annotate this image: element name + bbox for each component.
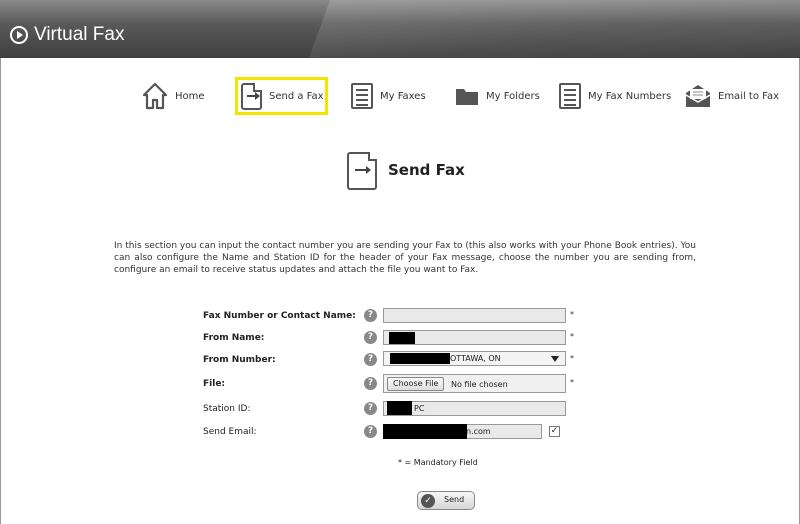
fax-number-input[interactable] [383, 308, 566, 323]
nav-my-fax-numbers[interactable]: My Fax Numbers [559, 78, 671, 114]
file-required-mark: * [570, 378, 574, 387]
fax-number-label: Fax Number or Contact Name: [203, 311, 356, 321]
nav-home-label: Home [175, 90, 205, 102]
station-id-help-icon[interactable]: ? [364, 402, 377, 415]
no-file-chosen-text: No file chosen [451, 380, 508, 389]
home-icon [142, 82, 168, 110]
redaction-block [389, 332, 415, 344]
send-email-value: n.com [466, 427, 491, 436]
from-number-label: From Number: [203, 355, 276, 365]
file-help-icon[interactable]: ? [364, 377, 377, 390]
numbers-list-icon [559, 83, 581, 109]
folder-icon [456, 89, 478, 105]
station-id-value: PC [414, 404, 425, 413]
chevron-down-icon [551, 356, 559, 362]
send-email-label: Send Email: [203, 427, 257, 437]
app-title: Virtual Fax [34, 24, 125, 45]
from-number-selected-value: OTTAWA, ON [450, 354, 501, 363]
frame-border-left [0, 58, 1, 524]
from-number-help-icon[interactable]: ? [364, 353, 377, 366]
choose-file-button[interactable]: Choose File [387, 377, 445, 391]
mandatory-field-note: * = Mandatory Field [398, 458, 478, 467]
station-id-label: Station ID: [203, 404, 251, 414]
nav-send-fax[interactable]: Send a Fax [241, 78, 324, 114]
send-fax-heading-icon [347, 152, 377, 190]
nav-my-faxes-label: My Faxes [380, 90, 426, 102]
file-input[interactable]: Choose File No file chosen [383, 374, 566, 393]
fax-number-required-mark: * [570, 310, 574, 319]
send-button-label: Send [444, 495, 465, 504]
nav-email-to-fax-label: Email to Fax [718, 90, 780, 102]
list-icon [351, 83, 373, 109]
redaction-block [383, 424, 467, 439]
nav-email-to-fax[interactable]: Email to Fax [685, 78, 779, 114]
from-name-help-icon[interactable]: ? [364, 331, 377, 344]
checkmark-icon: ✓ [421, 494, 435, 508]
from-name-required-mark: * [570, 332, 574, 341]
fax-number-help-icon[interactable]: ? [364, 309, 377, 322]
send-email-checkbox[interactable]: ✓ [549, 426, 560, 437]
header-sheen [308, 0, 800, 58]
app-header: Virtual Fax [0, 0, 800, 58]
nav-home[interactable]: Home [142, 78, 205, 114]
nav-my-folders[interactable]: My Folders [455, 78, 540, 114]
from-number-required-mark: * [570, 354, 574, 363]
nav-my-folders-label: My Folders [486, 90, 540, 102]
send-document-icon [241, 82, 262, 110]
page-title: Send Fax [388, 161, 465, 179]
send-button[interactable]: ✓ Send [417, 491, 475, 510]
nav-my-faxes[interactable]: My Faxes [351, 78, 426, 114]
redaction-block [390, 353, 450, 364]
nav-my-fax-numbers-label: My Fax Numbers [588, 90, 672, 102]
envelope-icon [685, 85, 711, 107]
redaction-block [387, 401, 412, 415]
nav-send-fax-label: Send a Fax [269, 90, 324, 102]
play-circle-icon [10, 26, 28, 44]
page-description: In this section you can input the contac… [114, 241, 696, 275]
file-label: File: [203, 379, 226, 389]
from-name-label: From Name: [203, 333, 265, 343]
send-email-help-icon[interactable]: ? [364, 425, 377, 438]
